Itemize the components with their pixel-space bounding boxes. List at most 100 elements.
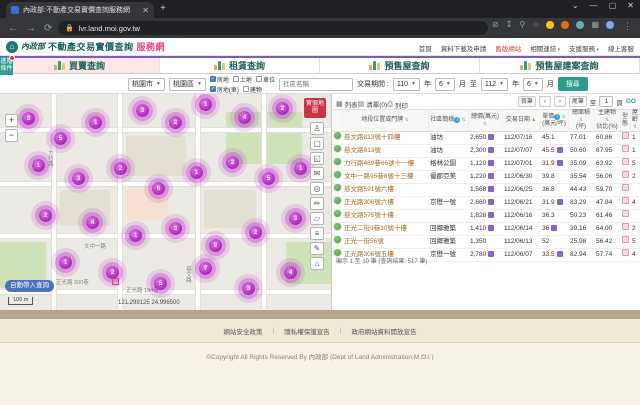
parking-included-icon[interactable] (488, 225, 494, 231)
price-cluster-marker[interactable]: 5 (154, 277, 167, 290)
site-logo[interactable]: ⌂ 內政部 不動產交易實價查詢 服務網 (6, 40, 165, 53)
tab-close-icon[interactable]: ✕ (142, 6, 149, 15)
profile-avatar[interactable] (606, 21, 614, 29)
window-control-icon[interactable]: — (590, 1, 598, 10)
detail-icon[interactable] (622, 132, 629, 139)
nav-item-相關連結[interactable]: 相關連結 ▾ (530, 43, 560, 53)
address-link[interactable]: 正光一街56號 (344, 238, 384, 245)
polygon-icon[interactable]: ▱ (310, 212, 324, 225)
view-清單(0)[interactable]: ▤清單(0) (358, 99, 388, 109)
checkbox-車位[interactable]: 車位 (256, 75, 275, 84)
price-cluster-marker[interactable]: 6 (152, 182, 165, 195)
price-cluster-marker[interactable]: 5 (262, 172, 275, 185)
fullscreen-icon[interactable]: ◱ (310, 152, 324, 165)
nav-item-資料下載及申請[interactable]: 資料下載及申請 (441, 43, 487, 53)
zoom-icon[interactable]: ⚲ (519, 20, 525, 29)
detail-icon[interactable] (622, 210, 629, 217)
nav-item-線上客服[interactable]: 線上客服 (608, 43, 634, 53)
address-link[interactable]: 力行路469巷66號十一樓 (344, 160, 414, 167)
to-year-select[interactable]: 112▼ (481, 78, 508, 91)
col-單價[interactable]: 單價i ⇅(萬元/坪) (540, 110, 568, 132)
col-總面積[interactable]: 總面積 ⇅(坪) (568, 110, 594, 132)
col-主建物[interactable]: 主建物 ⇅佔比(%) (594, 110, 620, 132)
price-cluster-marker[interactable]: 2 (169, 116, 182, 129)
draw-icon[interactable]: ✎ (310, 242, 324, 255)
price-cluster-marker[interactable]: 2 (114, 162, 127, 175)
price-cluster-marker[interactable]: 2 (276, 102, 289, 115)
price-cluster-marker[interactable]: 1 (129, 229, 142, 242)
parking-included-icon[interactable] (557, 251, 563, 257)
sort-icon[interactable]: ⇅ (605, 117, 609, 123)
parking-included-icon[interactable] (488, 173, 494, 179)
parking-included-icon[interactable] (551, 225, 557, 231)
price-cluster-marker[interactable]: 1 (190, 166, 203, 179)
tab-預售屋查詢[interactable]: 預售屋查詢 (320, 58, 480, 73)
parking-included-icon[interactable] (557, 160, 563, 166)
map-canvas[interactable]: 正光路 200巷正光路 194巷慈文路力行路文中一路 2513214213261… (0, 94, 332, 310)
col-地段位置或門牌[interactable]: 地段位置或門牌 ⇅ (342, 110, 428, 132)
sort-icon[interactable]: ⇅ (560, 114, 566, 120)
detail-icon[interactable] (622, 249, 629, 256)
price-cluster-marker[interactable]: 5 (54, 132, 67, 145)
to-month-select[interactable]: 6▼ (523, 78, 543, 91)
price-cluster-marker[interactable]: 4 (284, 266, 297, 279)
checkbox-box[interactable] (210, 86, 216, 92)
tab-買賣查詢[interactable]: 買賣查詢 (0, 58, 160, 73)
col-交易日期[interactable]: 交易日期 ▲ (502, 110, 540, 132)
checkbox-房地(車)[interactable]: 房地(車) (210, 85, 239, 94)
nav-item-首頁[interactable]: 首頁 (419, 43, 432, 53)
footer-link-政府網站資料開放宣告[interactable]: 政府網站資料開放宣告 (351, 326, 416, 336)
price-cluster-marker[interactable]: 2 (39, 209, 52, 222)
bookmark-star-icon[interactable]: ☆ (532, 20, 539, 29)
price-cluster-marker[interactable]: 3 (169, 222, 182, 235)
map-zoom-out-button[interactable]: − (5, 129, 18, 142)
last-page-button[interactable]: 尾筆 (569, 96, 587, 107)
sort-icon[interactable]: ⇅ (579, 117, 583, 123)
district-select[interactable]: 桃園區▼ (169, 78, 206, 91)
price-cluster-marker[interactable]: 3 (242, 282, 255, 295)
nav-item-支援服務[interactable]: 支援服務 ▾ (569, 43, 599, 53)
map-pin-icon[interactable] (334, 236, 341, 243)
layers-icon[interactable]: ≡ (310, 227, 324, 240)
parking-included-icon[interactable] (488, 199, 494, 205)
new-tab-button[interactable]: + (160, 3, 166, 14)
next-page-button[interactable]: › (554, 96, 566, 107)
address-link[interactable]: 慈文路591號六樓 (344, 186, 394, 193)
map-pin-icon[interactable] (334, 171, 341, 178)
address-link[interactable]: 文中一路95巷8號十三樓 (344, 173, 413, 180)
checkbox-房地[interactable]: 房地 (210, 75, 229, 84)
sort-asc-icon[interactable]: ▲ (530, 117, 536, 123)
map-zoom-in-button[interactable]: + (5, 114, 18, 127)
price-cluster-marker[interactable]: 1 (294, 162, 307, 175)
map-pin-icon[interactable] (334, 184, 341, 191)
forward-icon[interactable]: → (26, 23, 36, 34)
tab-預售屋建案查詢[interactable]: 預售屋建案查詢 (480, 58, 640, 73)
col-屋齡[interactable]: 屋齡 ⇅ (630, 110, 640, 132)
address-link[interactable]: 正光二街9巷30號十樓 (344, 225, 407, 232)
tab-租賃查詢[interactable]: 租賃查詢 (160, 58, 320, 73)
from-month-select[interactable]: 6▼ (435, 78, 455, 91)
locate-icon[interactable]: ◎ (310, 182, 324, 195)
price-map-button[interactable]: 實價地圖 (304, 98, 326, 118)
parking-included-icon[interactable] (488, 160, 494, 166)
map-pin-icon[interactable] (334, 197, 341, 204)
checkbox-box[interactable] (243, 86, 249, 92)
price-cluster-marker[interactable]: 3 (72, 172, 85, 185)
first-page-button[interactable]: 首筆 (518, 96, 536, 107)
view-列表[interactable]: ▦列表 (336, 99, 358, 109)
price-cluster-marker[interactable]: 4 (238, 111, 251, 124)
checkbox-土地[interactable]: 土地 (233, 75, 252, 84)
page-number-input[interactable] (599, 96, 613, 107)
reload-icon[interactable]: ⟳ (44, 23, 52, 34)
sort-icon[interactable]: ⇅ (633, 124, 637, 130)
address-bar[interactable]: 🔒 lvr.land.moi.gov.tw (58, 21, 488, 35)
price-cluster-marker[interactable]: 1 (199, 98, 212, 111)
download-icon[interactable]: ↧ (506, 20, 513, 29)
go-button[interactable]: GO (626, 98, 636, 105)
price-cluster-marker[interactable]: 2 (249, 226, 262, 239)
price-cluster-marker[interactable]: 1 (32, 159, 45, 172)
auto-fill-query-button[interactable]: 自動帶入查詢 (5, 280, 54, 292)
detail-icon[interactable] (622, 236, 629, 243)
window-control-icon[interactable]: ▢ (609, 1, 617, 10)
checkbox-box[interactable] (256, 76, 262, 82)
